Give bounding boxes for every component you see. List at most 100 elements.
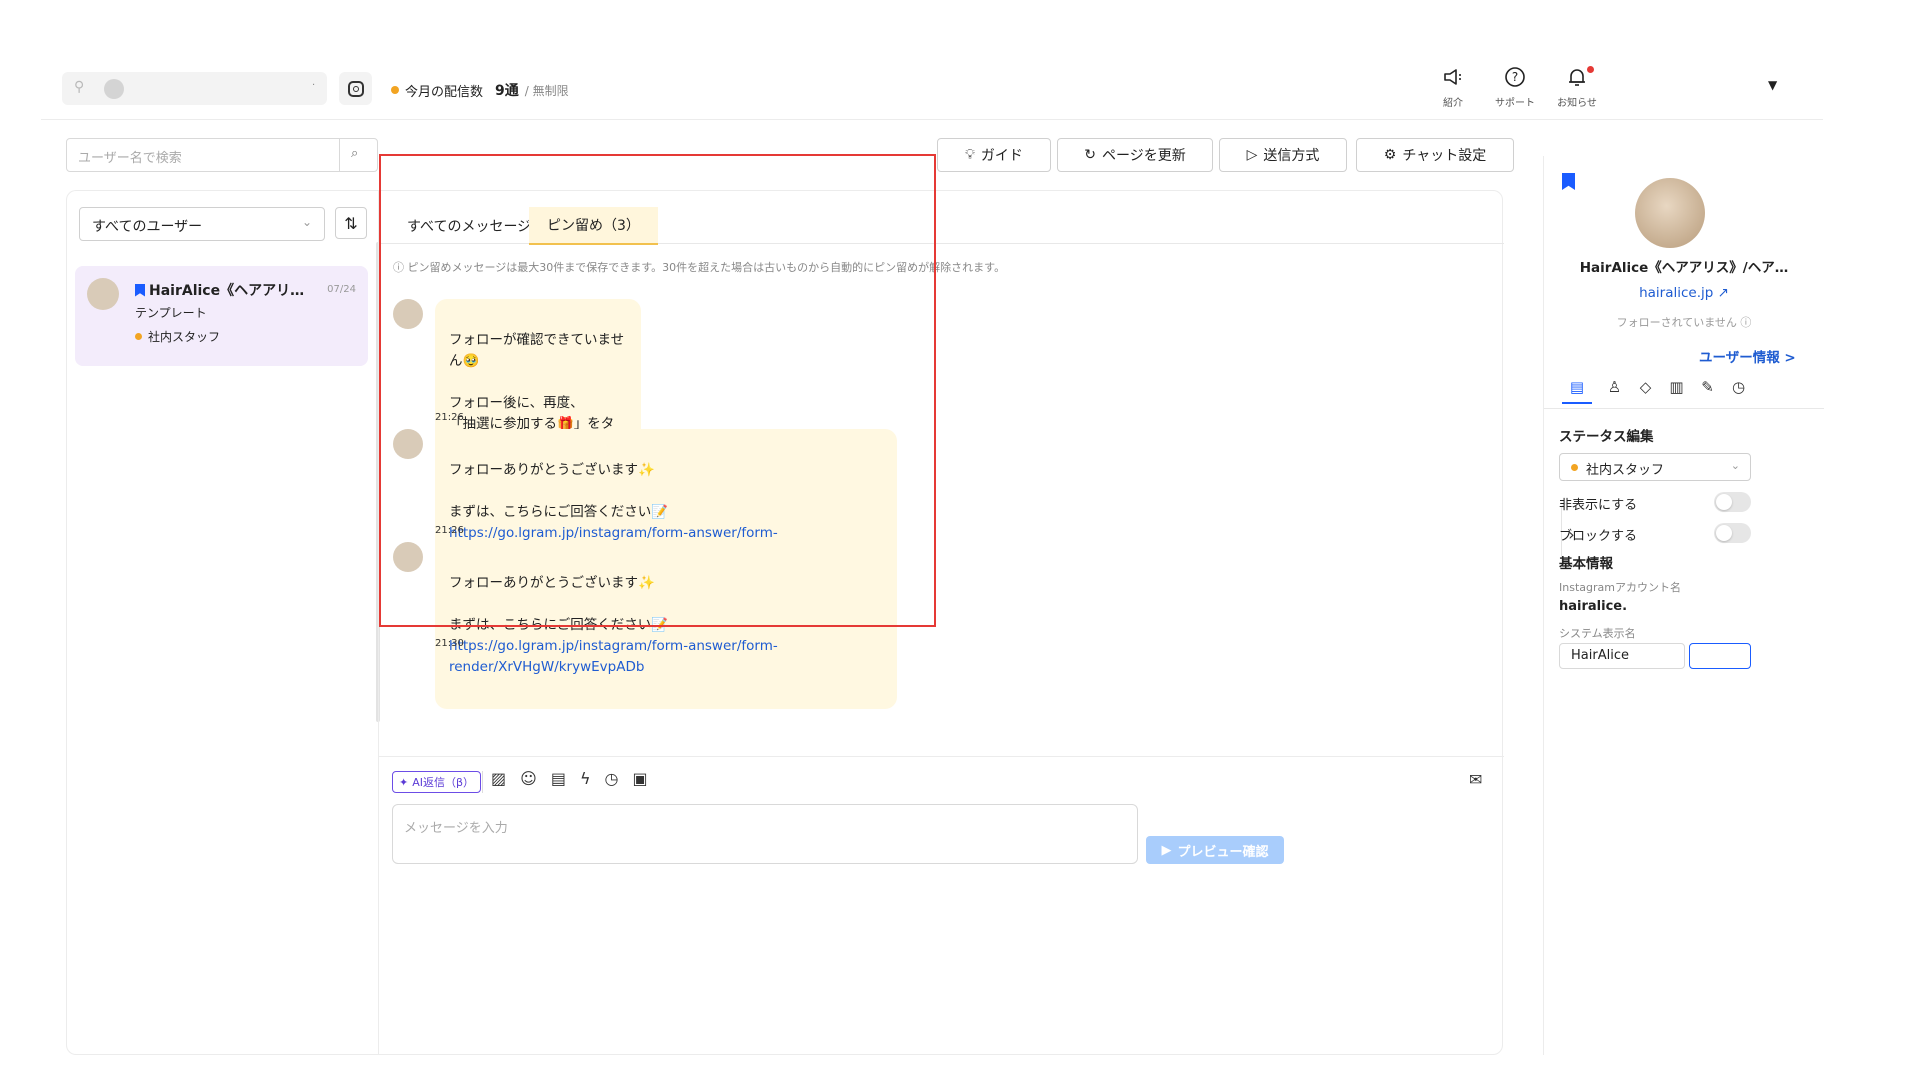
account-avatar — [104, 79, 124, 99]
message-input[interactable]: メッセージを入力 — [392, 804, 1138, 864]
bookmark-icon — [135, 283, 145, 297]
system-name-label: システム表示名 — [1559, 627, 1636, 640]
filter-settings-button[interactable]: ⇅ — [335, 207, 367, 239]
message-time: 21:30 — [435, 638, 464, 649]
ai-reply-button[interactable]: ✦ AI返信（β） — [392, 771, 482, 793]
toolbar-divider — [482, 771, 483, 793]
intro-button[interactable]: 紹介 — [1431, 66, 1475, 109]
link-icon: ⚲ — [74, 79, 85, 95]
preview-label: プレビュー確認 — [1177, 844, 1269, 860]
basic-info-heading: 基本情報 — [1559, 556, 1613, 572]
guide-label: ガイド — [980, 148, 1023, 164]
user-filter-select[interactable]: すべてのユーザー ⌄ — [79, 207, 325, 241]
megaphone-icon — [1442, 66, 1464, 94]
instagram-account-value: hairalice. — [1559, 599, 1628, 614]
chevron-down-icon: ⌄ — [301, 215, 312, 229]
follow-status: フォローされていません ⓘ — [1616, 316, 1752, 329]
tab-tag-icon[interactable]: ◇ — [1637, 378, 1654, 404]
message-text: フォローありがとうございます✨ まずは、こちらにご回答ください📝 — [449, 575, 669, 633]
message-time: 21:26 — [435, 525, 464, 536]
system-name-field[interactable]: HairAlice — [1559, 643, 1685, 669]
tab-history-icon[interactable]: ◷ — [1730, 378, 1747, 404]
tab-pinned[interactable]: ピン留め（3） — [529, 207, 658, 245]
send-method-label: 送信方式 — [1263, 148, 1320, 164]
refresh-label: ページを更新 — [1102, 148, 1186, 164]
notifications-button[interactable]: お知らせ — [1555, 66, 1599, 109]
message-text: フォローありがとうございます✨ まずは、こちらにご回答ください📝 — [449, 462, 669, 520]
user-info-link[interactable]: ユーザー情報 > — [1699, 346, 1796, 366]
gear-icon: ⚙ — [1383, 147, 1397, 163]
tab-edit-icon[interactable]: ✎ — [1699, 378, 1716, 404]
hide-toggle[interactable] — [1714, 492, 1751, 512]
message-input-placeholder: メッセージを入力 — [404, 821, 508, 836]
message-tabs: すべてのメッセージ ピン留め（3） — [379, 191, 1504, 245]
profile-name: HairAlice《ヘアアリス》/ヘア… — [1579, 260, 1789, 276]
sparkle-icon: ✦ — [399, 775, 409, 789]
user-filter-value: すべてのユーザー — [92, 219, 203, 235]
tab-divider — [1544, 408, 1824, 409]
block-toggle[interactable] — [1714, 523, 1751, 543]
profile-site-link[interactable]: hairalice.jp ↗ — [1544, 285, 1824, 301]
intro-label: 紹介 — [1443, 98, 1463, 109]
svg-text:?: ? — [1512, 70, 1518, 84]
quota-label: 今月の配信数 — [405, 84, 484, 100]
instagram-button[interactable] — [339, 72, 372, 105]
pin-notice: ⓘ ピン留めメッセージは最大30件まで保存できます。30件を超えた場合は古いもの… — [393, 261, 1006, 274]
quota-value: 9通 — [495, 83, 519, 99]
chevron-down-icon[interactable]: ▼ — [1768, 78, 1777, 92]
conversation-list: すべてのユーザー ⌄ ⇅ HairAlice《ヘアアリ… 07/24 テンプレー… — [66, 190, 378, 1055]
hide-row: 非表示にする — [1559, 492, 1751, 513]
document-icon[interactable]: ▤ — [551, 769, 566, 788]
chat-settings-button[interactable]: ⚙ チャット設定 — [1356, 138, 1514, 172]
avatar — [393, 542, 423, 572]
status-select-value: 社内スタッフ — [1586, 463, 1665, 478]
lightning-icon[interactable]: ϟ — [580, 769, 591, 788]
message-link[interactable]: https://go.lgram.jp/instagram/form-answe… — [449, 636, 883, 678]
status-tag-label: 社内スタッフ — [148, 330, 221, 344]
search-input[interactable]: ユーザー名で検索 — [78, 147, 182, 166]
system-name-save-button[interactable] — [1689, 643, 1751, 669]
account-switcher[interactable]: ⚲ · — [62, 72, 327, 105]
delivery-quota: 今月の配信数 9通 / 無制限 — [391, 80, 569, 100]
external-link-icon: ↗ — [1717, 285, 1729, 301]
support-button[interactable]: ? サポート — [1493, 66, 1537, 109]
conversation-item[interactable]: HairAlice《ヘアアリ… 07/24 テンプレート 社内スタッフ — [75, 266, 368, 366]
instagram-account-label: Instagramアカウント名 — [1559, 581, 1681, 594]
tab-label: すべてのメッセージ — [407, 219, 532, 235]
sliders-icon: ⇅ — [344, 213, 358, 233]
message-time: 21:26 — [435, 412, 464, 423]
bookmark-icon[interactable] — [1562, 173, 1575, 190]
tab-user-icon[interactable]: ♙ — [1606, 378, 1623, 404]
preview-button[interactable]: ▶ プレビュー確認 — [1146, 836, 1284, 864]
avatar — [393, 299, 423, 329]
chat-panel: すべてのメッセージ ピン留め（3） ⓘ ピン留めメッセージは最大30件まで保存で… — [378, 190, 1504, 1055]
guide-button[interactable]: 💡︎ ガイド — [937, 138, 1051, 172]
profile-tabs: ▤ ♙ ◇ ▥ ✎ ◷ — [1562, 378, 1747, 404]
system-name-value: HairAlice — [1571, 648, 1629, 663]
template-icon[interactable]: ▣ — [632, 769, 647, 788]
conversation-subtitle: テンプレート — [135, 306, 207, 320]
bell-icon — [1566, 66, 1594, 94]
avatar — [87, 278, 119, 310]
status-heading: ステータス編集 — [1559, 429, 1654, 445]
image-icon[interactable]: ▨ — [491, 769, 506, 788]
emoji-icon[interactable]: ☺ — [520, 769, 537, 788]
block-label: ブロックする — [1559, 529, 1638, 544]
clock-icon[interactable]: ◷ — [605, 769, 619, 788]
conversation-name-text: HairAlice《ヘアアリ… — [149, 283, 305, 299]
mail-icon[interactable]: ✉ — [1469, 770, 1482, 789]
top-bar: ⚲ · 今月の配信数 9通 / 無制限 紹介 ? サポート お知らせ ▼ — [41, 60, 1823, 120]
app-window: ⚲ · 今月の配信数 9通 / 無制限 紹介 ? サポート お知らせ ▼ ユーザ… — [41, 60, 1824, 1055]
lightbulb-icon: 💡︎ — [965, 147, 975, 163]
refresh-button[interactable]: ↻ ページを更新 — [1057, 138, 1213, 172]
tab-form-icon[interactable]: ▥ — [1668, 378, 1685, 404]
search-icon[interactable]: ⌕ — [351, 146, 358, 161]
support-label: サポート — [1495, 98, 1535, 109]
status-select[interactable]: 社内スタッフ ⌄ — [1559, 453, 1751, 481]
tab-all-messages[interactable]: すべてのメッセージ — [389, 207, 549, 245]
composer-toolbar: ▨ ☺ ▤ ϟ ◷ ▣ — [491, 769, 648, 788]
user-search[interactable]: ユーザー名で検索 ⌕ — [66, 138, 378, 172]
tab-summary-icon[interactable]: ▤ — [1562, 378, 1592, 404]
send-method-button[interactable]: ▷ 送信方式 — [1219, 138, 1347, 172]
status-dot — [391, 86, 399, 94]
